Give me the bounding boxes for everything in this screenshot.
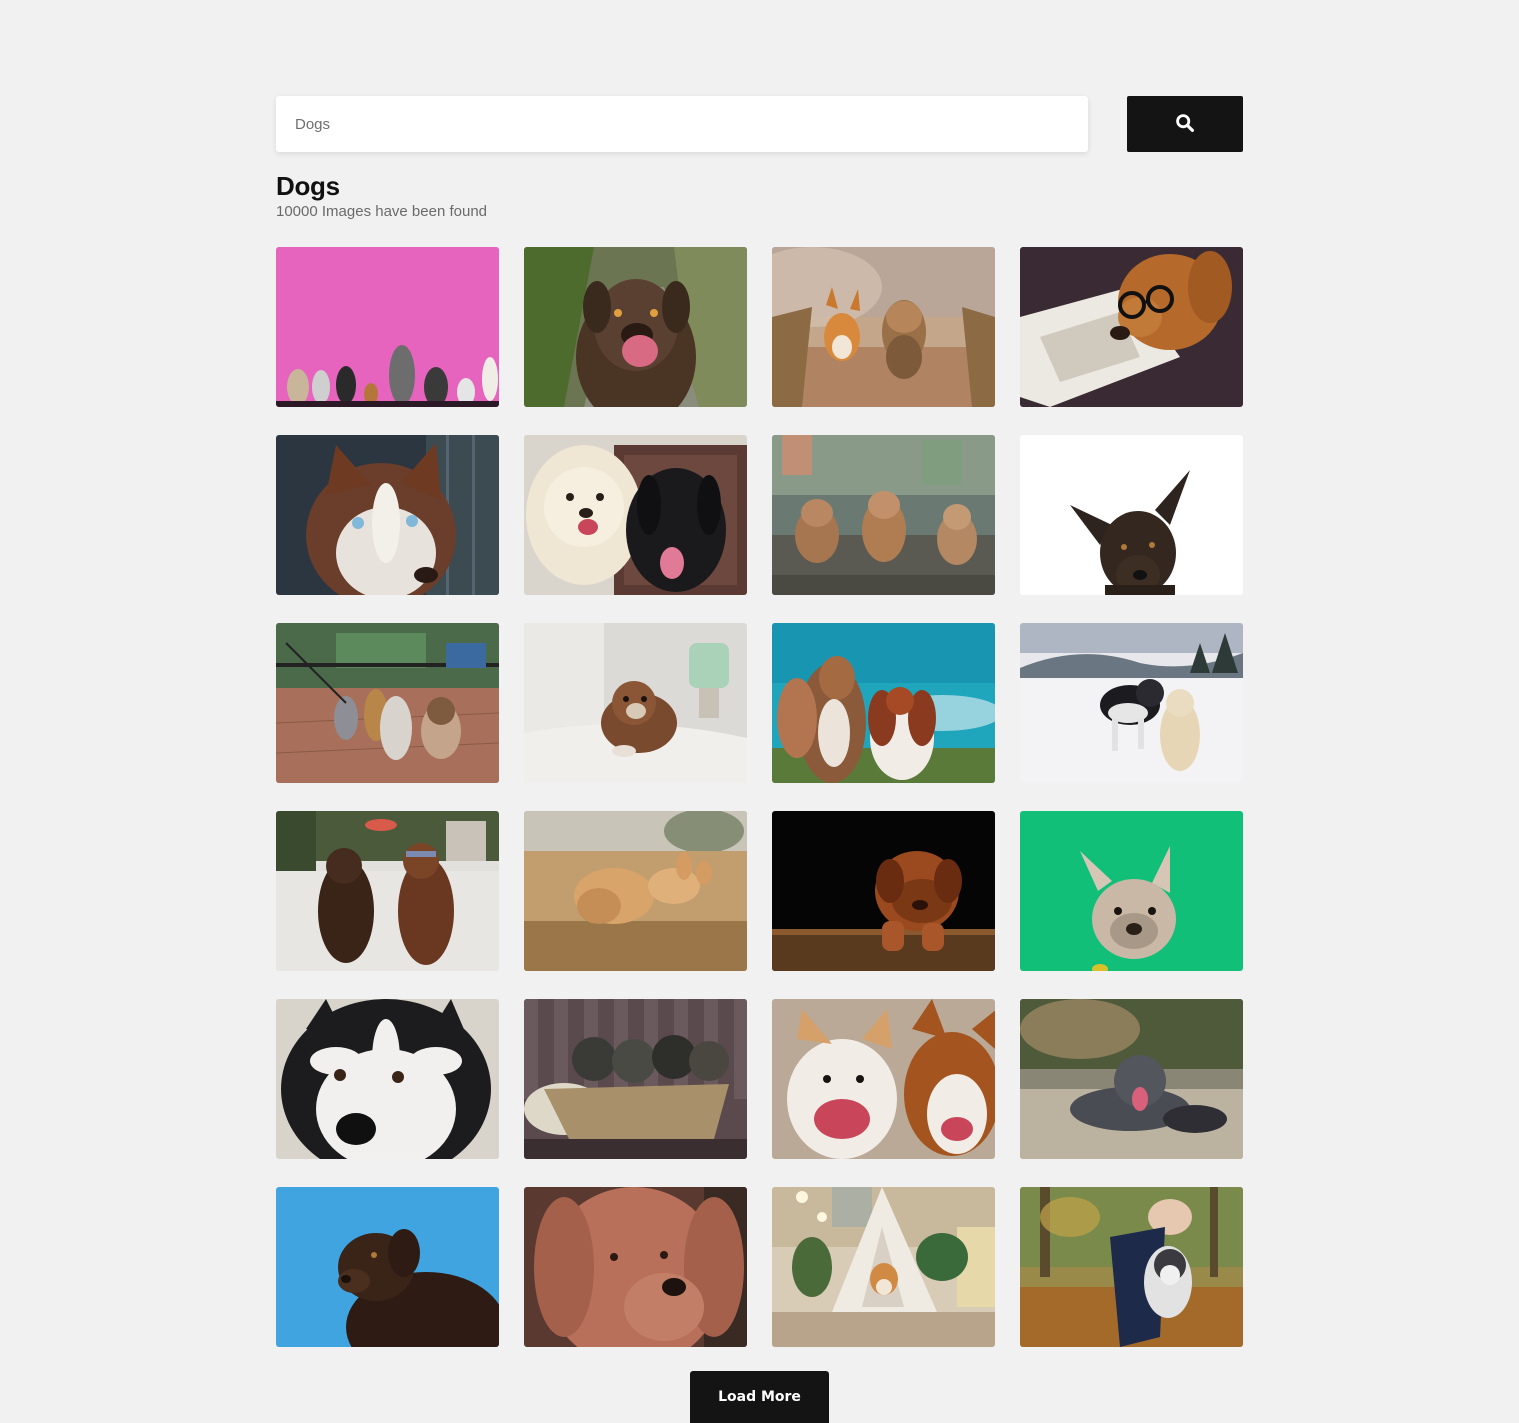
image-tile[interactable] — [276, 623, 499, 783]
image-tile[interactable] — [772, 435, 995, 595]
search-bar — [276, 96, 1243, 152]
image-tile[interactable] — [1020, 247, 1243, 407]
image-tile[interactable] — [772, 623, 995, 783]
image-tile[interactable] — [524, 247, 747, 407]
image-tile[interactable] — [276, 999, 499, 1159]
image-tile[interactable] — [1020, 435, 1243, 595]
image-tile[interactable] — [772, 247, 995, 407]
main-content: Dogs 10000 Images have been found — [276, 96, 1243, 1347]
image-grid — [276, 247, 1243, 1347]
image-tile[interactable] — [524, 435, 747, 595]
search-button[interactable] — [1127, 96, 1243, 152]
image-tile[interactable] — [1020, 623, 1243, 783]
image-tile[interactable] — [1020, 1187, 1243, 1347]
image-tile[interactable] — [1020, 811, 1243, 971]
image-tile[interactable] — [772, 999, 995, 1159]
search-icon — [1175, 113, 1195, 136]
image-tile[interactable] — [772, 811, 995, 971]
results-count: 10000 Images have been found — [276, 203, 488, 220]
image-tile[interactable] — [524, 811, 747, 971]
image-tile[interactable] — [276, 1187, 499, 1347]
image-tile[interactable] — [524, 1187, 747, 1347]
search-input[interactable] — [276, 96, 1088, 152]
results-title: Dogs — [276, 171, 340, 201]
load-more-button[interactable]: Load More — [690, 1371, 829, 1423]
image-tile[interactable] — [276, 247, 499, 407]
image-tile[interactable] — [276, 811, 499, 971]
image-tile[interactable] — [1020, 999, 1243, 1159]
image-tile[interactable] — [524, 999, 747, 1159]
image-tile[interactable] — [276, 435, 499, 595]
image-tile[interactable] — [772, 1187, 995, 1347]
image-tile[interactable] — [524, 623, 747, 783]
